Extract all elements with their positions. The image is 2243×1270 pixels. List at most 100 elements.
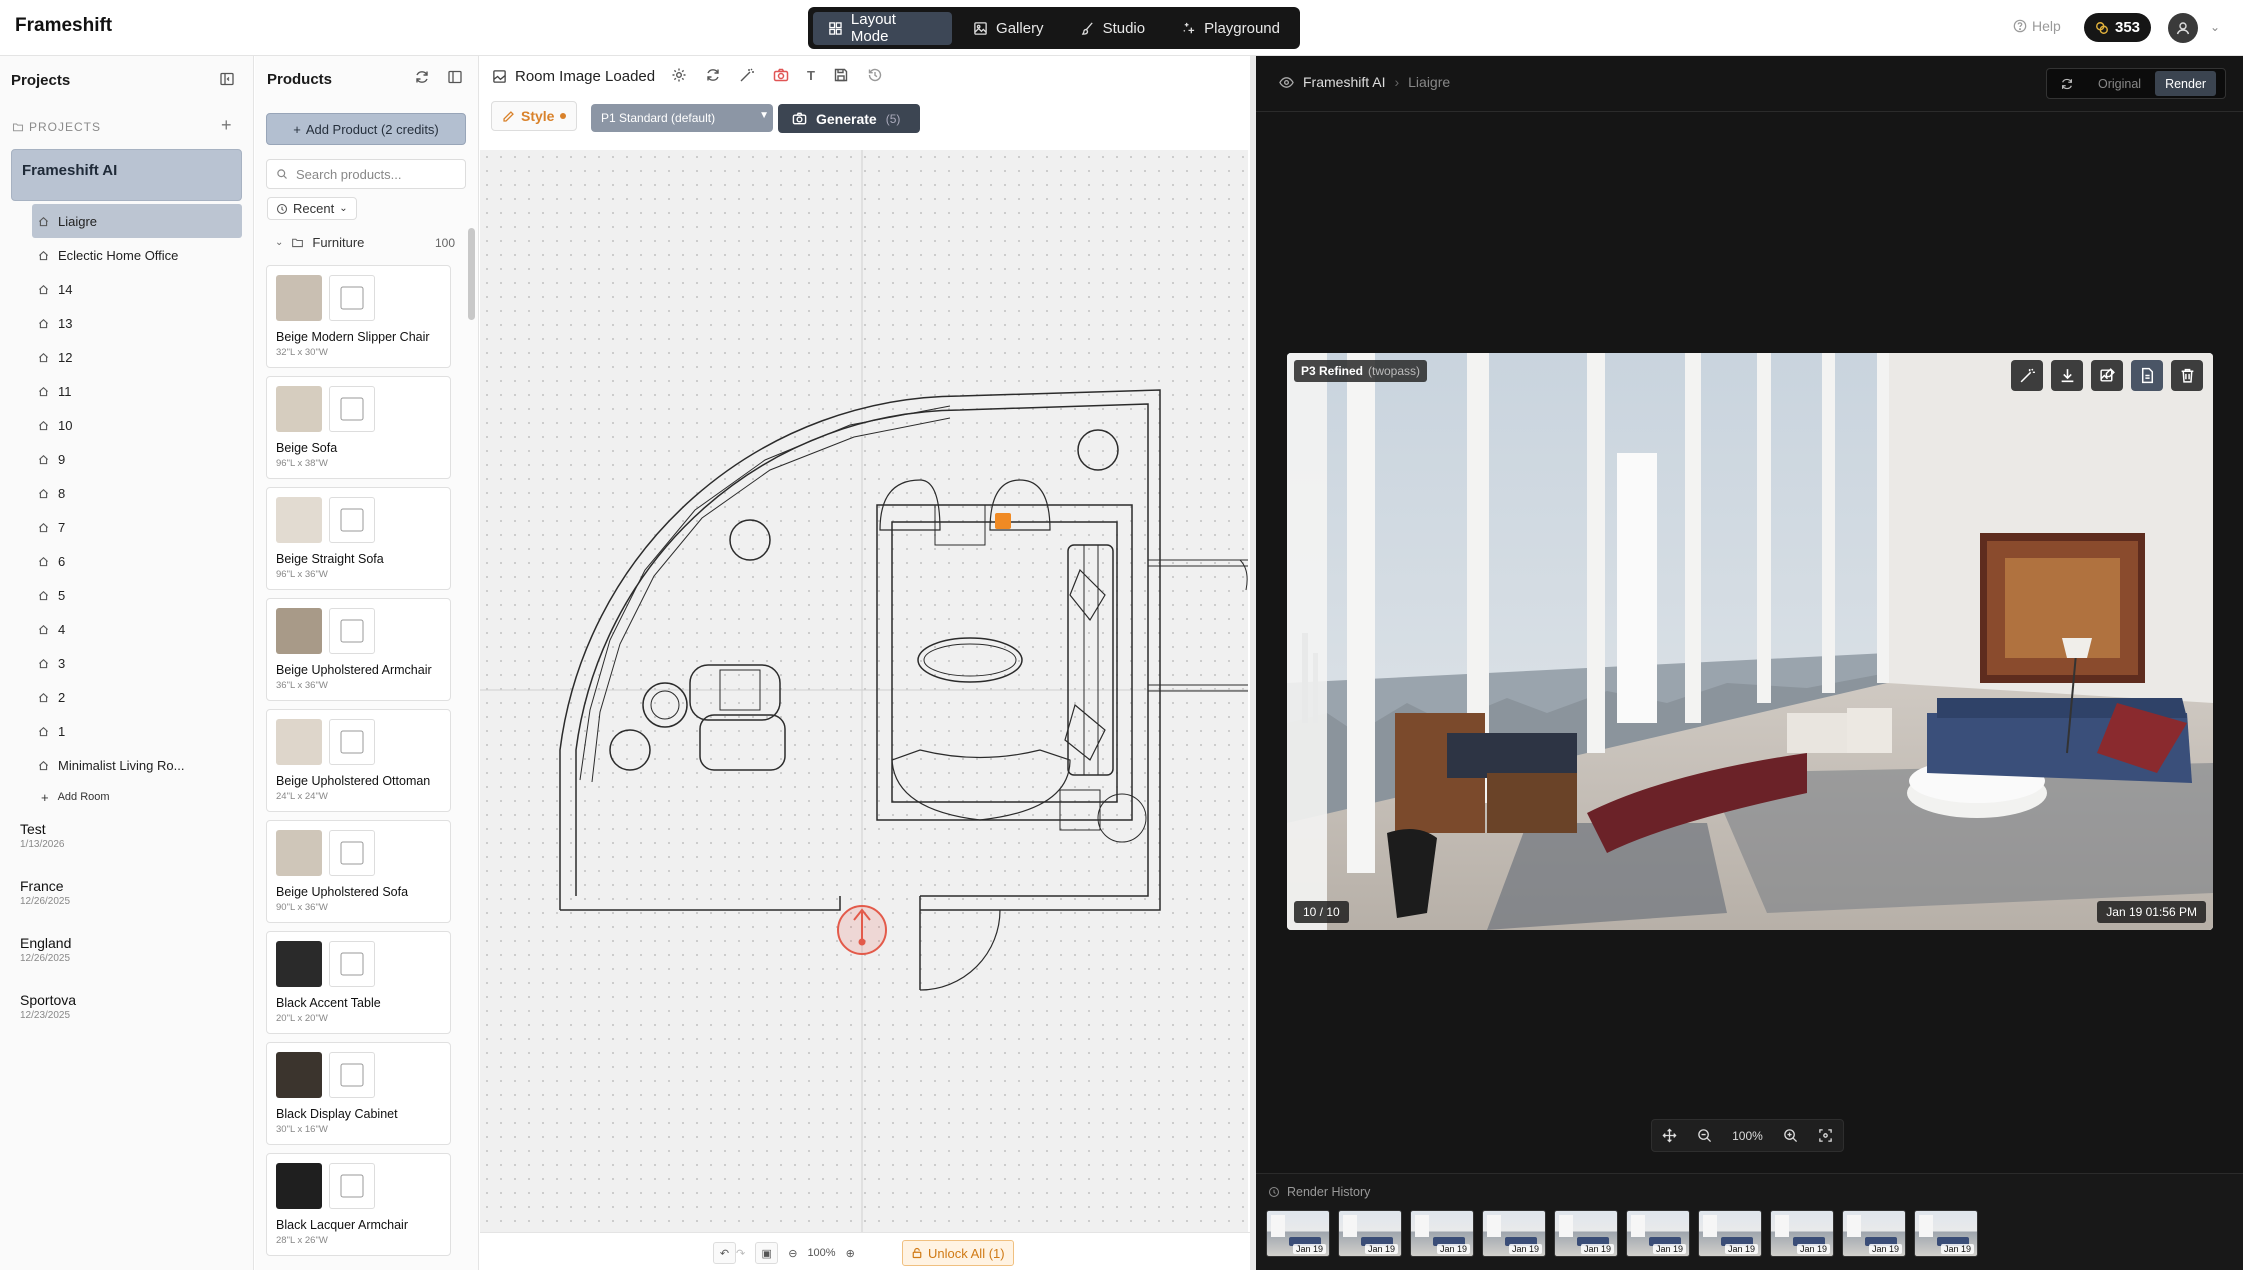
product-card[interactable]: Beige Upholstered Armchair 36"L x 36"W [266, 598, 451, 701]
product-plan-thumbnail [329, 719, 375, 765]
sidebar-item-room[interactable]: 3 [32, 646, 242, 680]
history-thumbnail[interactable]: Jan 19 [1770, 1210, 1834, 1257]
sidebar-item-room[interactable]: 4 [32, 612, 242, 646]
product-card[interactable]: Black Accent Table 20"L x 20"W [266, 931, 451, 1034]
download-button[interactable] [2051, 360, 2083, 391]
sidebar-collapse-icon[interactable] [219, 71, 235, 87]
fit-screen-icon[interactable] [1818, 1128, 1833, 1143]
zoom-out-icon[interactable]: ⊖ [788, 1247, 797, 1260]
details-button[interactable] [2131, 360, 2163, 391]
render-image[interactable]: P3 Refined (twopass) 10 / 10 Jan 19 01:5… [1287, 353, 2213, 930]
add-project-button[interactable]: + [221, 115, 232, 136]
camera-position-marker[interactable] [837, 905, 887, 955]
delete-button[interactable] [2171, 360, 2203, 391]
history-thumbnail[interactable]: Jan 19 [1914, 1210, 1978, 1257]
product-card[interactable]: Beige Sofa 96"L x 38"W [266, 376, 451, 479]
tab-playground[interactable]: Playground [1166, 12, 1295, 45]
sidebar-item-room[interactable]: Liaigre [32, 204, 242, 238]
save-icon[interactable] [833, 67, 849, 83]
fit-view-button[interactable]: ▣ [755, 1242, 779, 1264]
products-scrollbar[interactable] [468, 228, 475, 320]
history-thumbnail[interactable]: Jan 19 [1554, 1210, 1618, 1257]
sidebar-item-room[interactable]: 10 [32, 408, 242, 442]
chevron-down-icon[interactable]: ⌄ [2210, 20, 2220, 34]
floor-plan-canvas[interactable] [480, 150, 1248, 1232]
product-card[interactable]: Beige Upholstered Sofa 90"L x 36"W [266, 820, 451, 923]
sidebar-item-room[interactable]: 6 [32, 544, 242, 578]
add-product-label: Add Product (2 credits) [305, 121, 439, 137]
product-search-input[interactable]: Search products... [266, 159, 466, 189]
history-thumbnail[interactable]: Jan 19 [1338, 1210, 1402, 1257]
sidebar-item-room[interactable]: Eclectic Home Office [32, 238, 242, 272]
product-name: Beige Modern Slipper Chair [276, 330, 430, 344]
redo-button[interactable]: ↷ [736, 1247, 745, 1260]
settings-icon[interactable] [671, 67, 687, 83]
edit-image-button[interactable] [2091, 360, 2123, 391]
history-thumbnail[interactable]: Jan 19 [1842, 1210, 1906, 1257]
zoom-out-icon[interactable] [1697, 1128, 1712, 1143]
home-icon [39, 216, 48, 226]
enhance-button[interactable] [2011, 360, 2043, 391]
product-card[interactable]: Black Lacquer Armchair 28"L x 26"W [266, 1153, 451, 1256]
sidebar-item-room[interactable]: 7 [32, 510, 242, 544]
product-plan-thumbnail [329, 386, 375, 432]
sidebar-item-room[interactable]: 12 [32, 340, 242, 374]
sidebar-item-room[interactable]: 5 [32, 578, 242, 612]
product-card[interactable]: Beige Modern Slipper Chair 32"L x 30"W [266, 265, 451, 368]
product-card[interactable]: Beige Straight Sofa 96"L x 36"W [266, 487, 451, 590]
history-thumbnail[interactable]: Jan 19 [1698, 1210, 1762, 1257]
tab-studio[interactable]: Studio [1065, 12, 1161, 45]
project-item[interactable]: Test 1/13/2026 [20, 821, 220, 850]
sidebar-item-room[interactable]: 8 [32, 476, 242, 510]
sync-button[interactable] [2050, 71, 2084, 96]
panel-collapse-icon[interactable] [447, 69, 463, 85]
history-icon[interactable] [867, 67, 883, 83]
project-item[interactable]: France 12/26/2025 [20, 878, 220, 907]
breadcrumb-project[interactable]: Frameshift AI [1303, 74, 1385, 90]
render-timestamp: Jan 19 01:56 PM [2097, 901, 2206, 923]
history-thumbnail[interactable]: Jan 19 [1626, 1210, 1690, 1257]
camera-icon[interactable] [773, 67, 789, 83]
tab-layout-mode[interactable]: Layout Mode [813, 11, 953, 45]
product-card[interactable]: Beige Upholstered Ottoman 24"L x 24"W [266, 709, 451, 812]
undo-button[interactable]: ↶ [713, 1242, 736, 1264]
tab-gallery[interactable]: Gallery [958, 12, 1059, 45]
style-button[interactable]: Style [491, 101, 578, 131]
add-room-button[interactable]: + Add Room [32, 782, 242, 812]
product-card[interactable]: Black Display Cabinet 30"L x 16"W [266, 1042, 451, 1145]
category-furniture[interactable]: ⌄ Furniture 100 [275, 235, 455, 250]
move-icon[interactable] [1662, 1128, 1677, 1143]
sidebar-item-room[interactable]: 14 [32, 272, 242, 306]
sidebar-item-room[interactable]: 13 [32, 306, 242, 340]
sort-dropdown[interactable]: Recent ⌄ [267, 197, 357, 220]
text-tool-icon[interactable]: T [807, 68, 815, 83]
sidebar-item-room[interactable]: Minimalist Living Ro... [32, 748, 242, 782]
history-thumbnail[interactable]: Jan 19 [1410, 1210, 1474, 1257]
project-item-active[interactable]: Frameshift AI [11, 149, 242, 201]
project-item[interactable]: England 12/26/2025 [20, 935, 220, 964]
unlock-all-button[interactable]: Unlock All (1) [902, 1240, 1014, 1266]
magic-wand-icon[interactable] [739, 67, 755, 83]
generate-button[interactable]: Generate (5) [778, 104, 920, 133]
toggle-original[interactable]: Original [2088, 71, 2151, 96]
add-product-button[interactable]: + Add Product (2 credits) [266, 113, 466, 145]
toggle-render[interactable]: Render [2155, 71, 2217, 96]
sidebar-item-room[interactable]: 1 [32, 714, 242, 748]
help-button[interactable]: Help [2013, 18, 2061, 34]
sidebar-item-room[interactable]: 9 [32, 442, 242, 476]
project-item[interactable]: Sportova 12/23/2025 [20, 992, 220, 1021]
zoom-in-icon[interactable] [1783, 1128, 1798, 1143]
history-thumbnail[interactable]: Jan 19 [1482, 1210, 1546, 1257]
sidebar-item-room[interactable]: 11 [32, 374, 242, 408]
refresh-icon[interactable] [705, 67, 721, 83]
refresh-icon[interactable] [414, 69, 430, 85]
lock-marker[interactable] [995, 513, 1011, 529]
credits-badge[interactable]: 353 [2084, 13, 2152, 42]
app-logo[interactable]: Frameshift [15, 15, 112, 37]
history-thumbnail[interactable]: Jan 19 [1266, 1210, 1330, 1257]
download-icon [2061, 369, 2073, 383]
sidebar-item-room[interactable]: 2 [32, 680, 242, 714]
zoom-in-icon[interactable]: ⊕ [846, 1247, 855, 1260]
avatar[interactable] [2168, 13, 2198, 43]
preset-select[interactable]: P1 Standard (default) ▼ [591, 104, 773, 132]
